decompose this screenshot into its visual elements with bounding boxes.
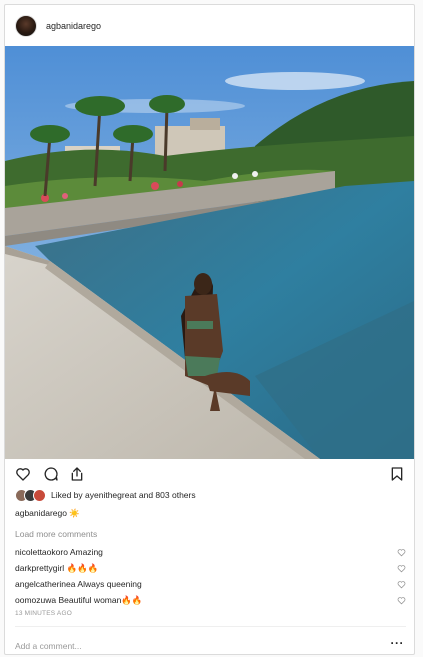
heart-icon[interactable] xyxy=(397,548,406,557)
bookmark-icon[interactable] xyxy=(389,466,405,482)
comment-row: angelcatherinea Always queening xyxy=(15,579,406,589)
comment-text: Beautiful woman🔥🔥 xyxy=(58,595,143,605)
add-comment-input[interactable]: Add a comment... xyxy=(15,641,82,651)
comment-body: angelcatherinea Always queening xyxy=(15,579,142,589)
comment-row: nicolettaokoro Amazing xyxy=(15,547,406,557)
likes-text[interactable]: Liked by ayenithegreat and 803 others xyxy=(51,490,196,500)
post-timestamp[interactable]: 13 MINUTES AGO xyxy=(15,610,72,617)
divider xyxy=(15,626,406,627)
comment-user[interactable]: angelcatherinea xyxy=(15,579,76,589)
comment-body: nicolettaokoro Amazing xyxy=(15,547,103,557)
liker-avatar[interactable] xyxy=(33,488,46,502)
heart-icon[interactable] xyxy=(15,466,31,482)
heart-icon[interactable] xyxy=(397,564,406,573)
comment-icon[interactable] xyxy=(43,466,59,482)
post-photo[interactable] xyxy=(5,46,414,459)
caption: agbanidarego ☀️ xyxy=(15,508,80,519)
heart-icon[interactable] xyxy=(397,580,406,589)
comment-user[interactable]: oomozuwa xyxy=(15,595,56,605)
comment-user[interactable]: nicolettaokoro xyxy=(15,547,68,557)
comment-body: oomozuwa Beautiful woman🔥🔥 xyxy=(15,595,143,606)
more-options-button[interactable]: ··· xyxy=(391,636,405,650)
pool-photo xyxy=(5,46,414,459)
comment-text: Amazing xyxy=(69,547,103,557)
comment-row: darkprettygirl 🔥🔥🔥 xyxy=(15,563,406,574)
load-more-comments[interactable]: Load more comments xyxy=(15,529,97,539)
post-card: agbanidarego Liked by ayenithegreat and … xyxy=(4,4,415,655)
comment-user[interactable]: darkprettygirl xyxy=(15,563,64,573)
share-icon[interactable] xyxy=(69,466,85,482)
comment-row: oomozuwa Beautiful woman🔥🔥 xyxy=(15,595,406,606)
post-header: agbanidarego xyxy=(5,5,414,46)
likes-row: Liked by ayenithegreat and 803 others xyxy=(15,487,196,503)
comment-body: darkprettygirl 🔥🔥🔥 xyxy=(15,563,98,574)
comment-text: Always queening xyxy=(77,579,142,589)
caption-text: ☀️ xyxy=(69,508,80,518)
avatar[interactable] xyxy=(15,14,37,37)
heart-icon[interactable] xyxy=(397,596,406,605)
post-actions xyxy=(5,459,414,489)
caption-username[interactable]: agbanidarego xyxy=(15,508,67,518)
comment-text: 🔥🔥🔥 xyxy=(66,563,99,573)
post-username[interactable]: agbanidarego xyxy=(46,21,101,31)
